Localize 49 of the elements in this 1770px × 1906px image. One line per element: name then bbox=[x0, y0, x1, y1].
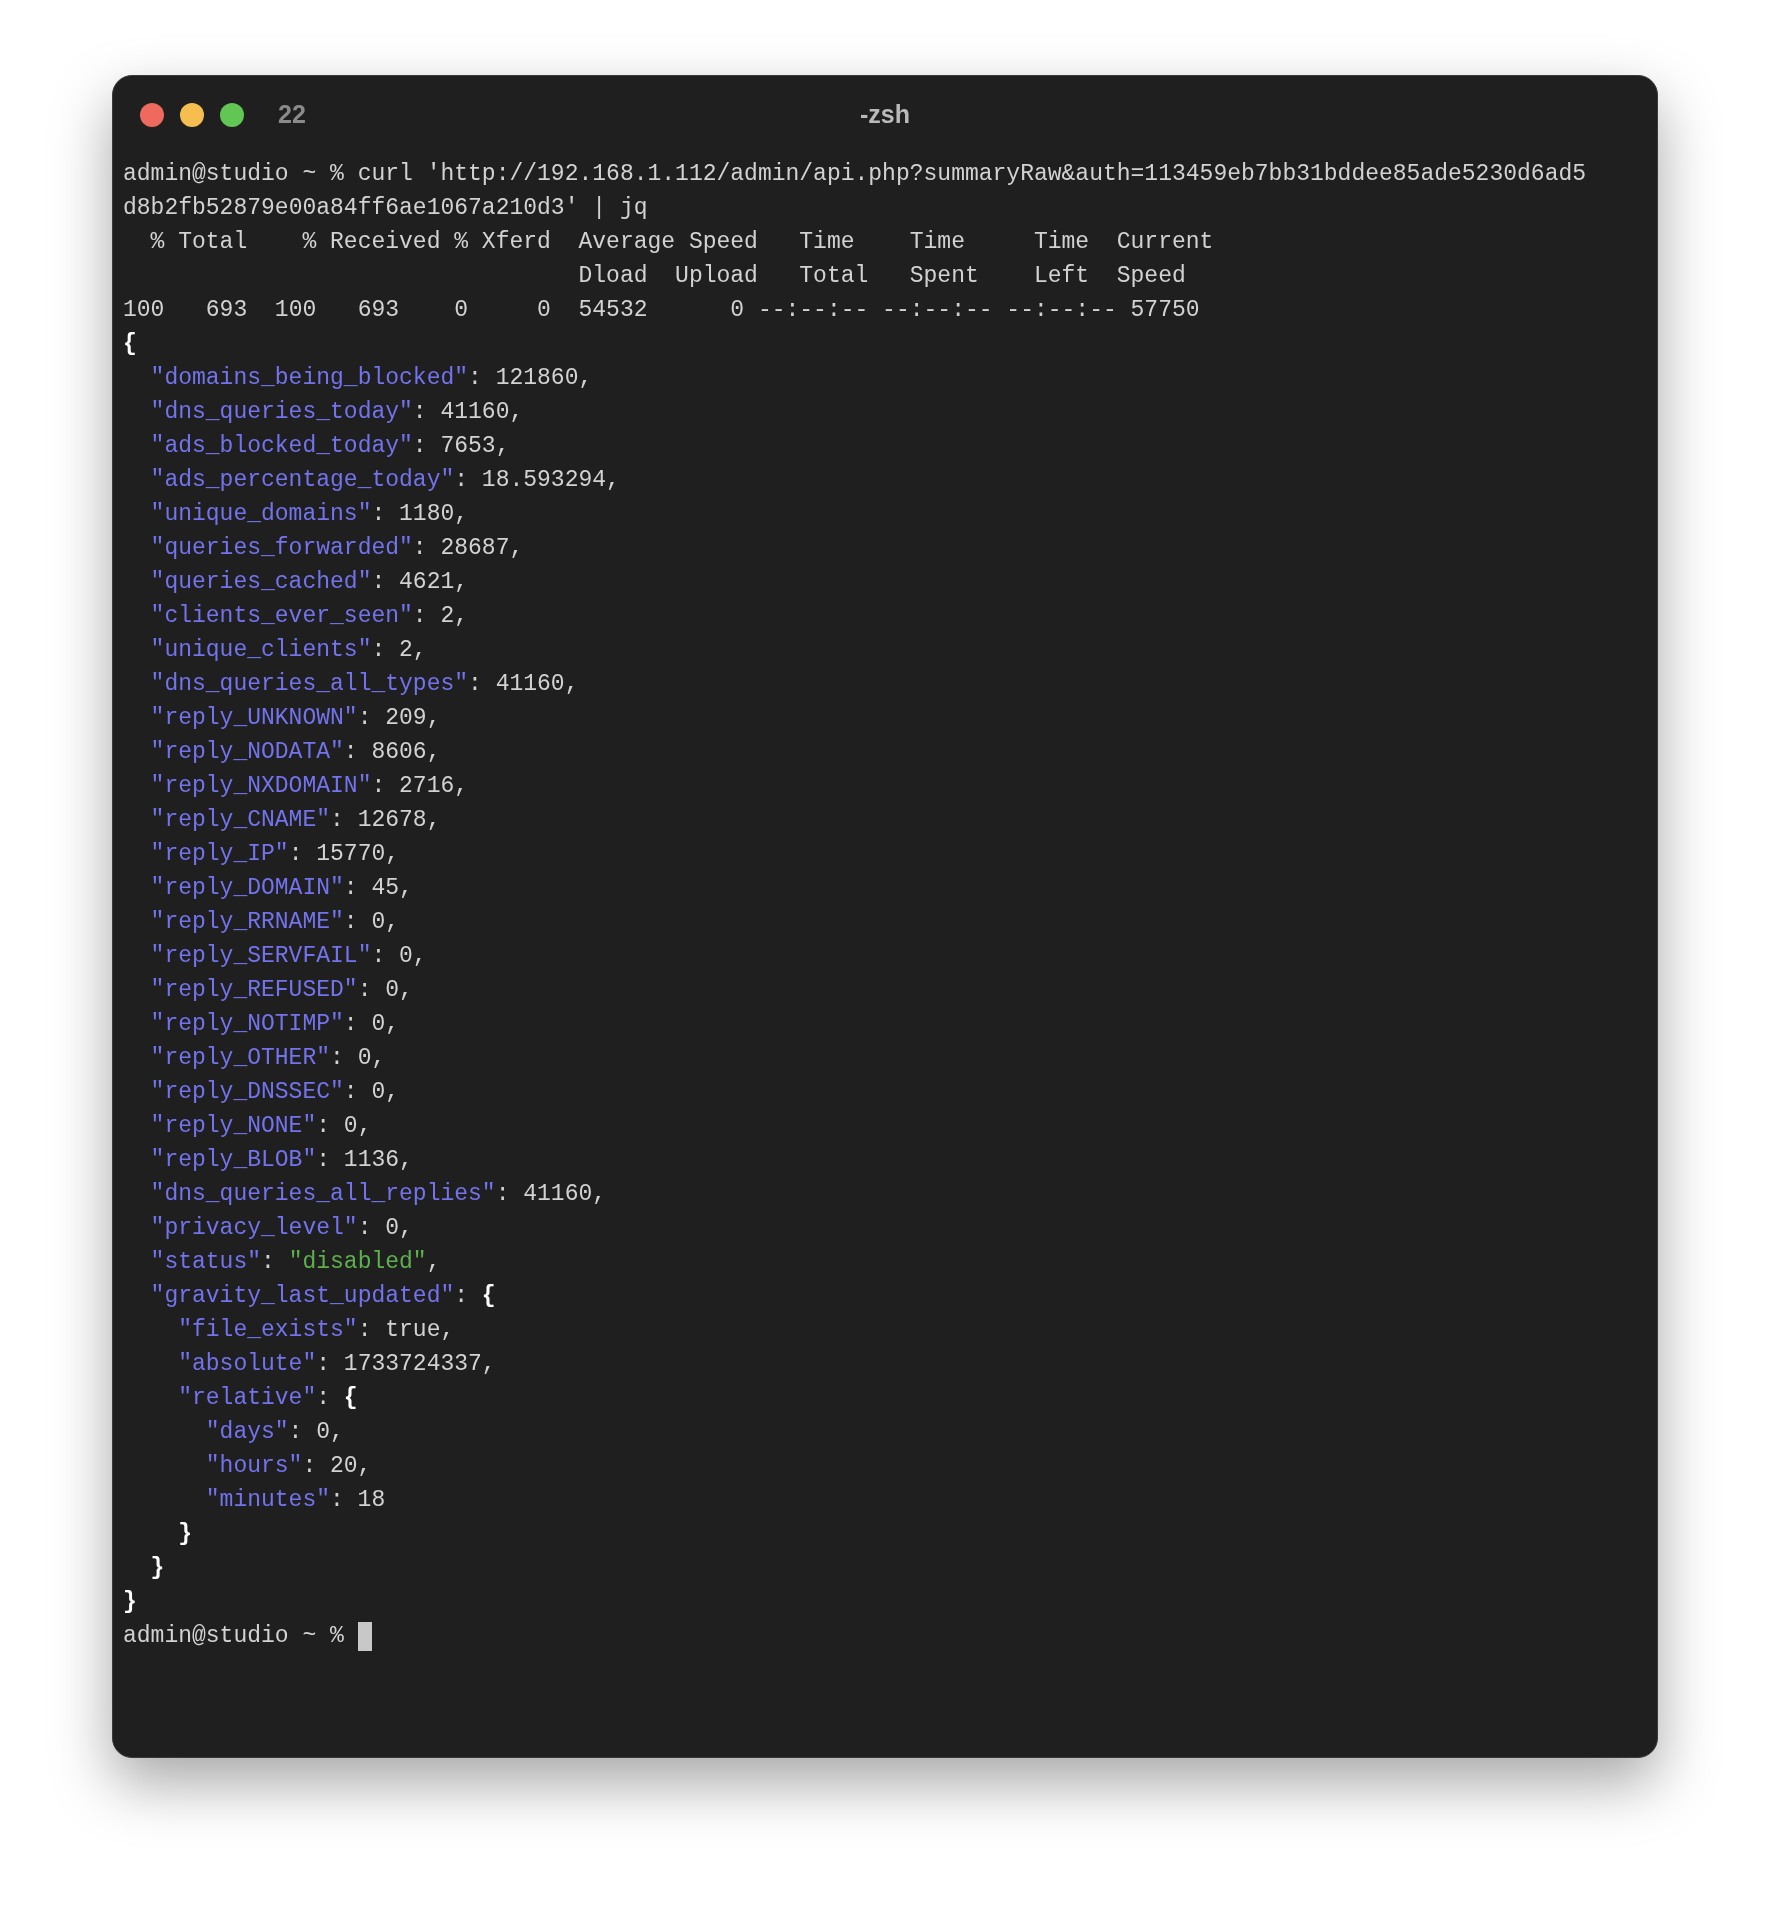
json-line: "unique_clients": 2, bbox=[150, 636, 427, 665]
json-line: "reply_NOTIMP": 0, bbox=[150, 1010, 400, 1039]
opening-brace: { bbox=[123, 330, 137, 359]
json-line: "reply_IP": 15770, bbox=[150, 840, 400, 869]
json-line: "file_exists": true, bbox=[178, 1316, 455, 1345]
json-line: "domains_being_blocked": 121860, bbox=[150, 364, 593, 393]
json-line: "queries_forwarded": 28687, bbox=[150, 534, 524, 563]
close-button[interactable] bbox=[140, 103, 164, 127]
json-line: "reply_NONE": 0, bbox=[150, 1112, 372, 1141]
tab-number: 22 bbox=[278, 99, 306, 131]
curl-progress-line: % Total % Received % Xferd Average Speed Time Time Time Current bbox=[149, 228, 1214, 257]
closing-brace: } bbox=[123, 1588, 137, 1617]
json-line: "dns_queries_all_replies": 41160, bbox=[150, 1180, 607, 1209]
json-line: "clients_ever_seen": 2, bbox=[150, 602, 469, 631]
json-line: "reply_DNSSEC": 0, bbox=[150, 1078, 400, 1107]
json-line: "reply_NXDOMAIN": 2716, bbox=[150, 772, 469, 801]
curl-progress-line: 100 693 100 693 0 0 54532 0 --:--:-- --:--:-- --:--:-- 57750 bbox=[123, 296, 1200, 325]
closing-brace: } bbox=[150, 1554, 165, 1583]
json-line: "reply_SERVFAIL": 0, bbox=[150, 942, 427, 971]
json-line: "ads_blocked_today": 7653, bbox=[150, 432, 510, 461]
json-line: "reply_NODATA": 8606, bbox=[150, 738, 441, 767]
json-line: "reply_BLOB": 1136, bbox=[150, 1146, 413, 1175]
minimize-button[interactable] bbox=[180, 103, 204, 127]
json-line: "reply_UNKNOWN": 209, bbox=[150, 704, 441, 733]
maximize-button[interactable] bbox=[220, 103, 244, 127]
json-line: "relative": { bbox=[178, 1384, 358, 1413]
json-line: "reply_OTHER": 0, bbox=[150, 1044, 386, 1073]
json-line: "unique_domains": 1180, bbox=[150, 500, 469, 529]
json-line: "hours": 20, bbox=[205, 1452, 372, 1481]
json-line: "ads_percentage_today": 18.593294, bbox=[150, 466, 620, 495]
json-line: "reply_DOMAIN": 45, bbox=[150, 874, 413, 903]
closing-brace: } bbox=[178, 1520, 192, 1549]
text-cursor bbox=[357, 1621, 372, 1651]
window-title: -zsh bbox=[860, 99, 910, 131]
json-line: "minutes": 18 bbox=[205, 1486, 386, 1515]
json-line: "reply_CNAME": 12678, bbox=[150, 806, 441, 835]
json-line: "reply_RRNAME": 0, bbox=[150, 908, 400, 937]
json-line: "days": 0, bbox=[205, 1418, 344, 1447]
json-line: "privacy_level": 0, bbox=[150, 1214, 413, 1243]
json-line: "reply_REFUSED": 0, bbox=[150, 976, 413, 1005]
json-line: "gravity_last_updated": { bbox=[150, 1282, 496, 1311]
curl-progress-line: Dload Upload Total Spent Left Speed bbox=[577, 262, 1186, 291]
json-line: "status": "disabled", bbox=[150, 1248, 441, 1277]
json-line: "absolute": 1733724337, bbox=[178, 1350, 496, 1379]
command-line: admin@studio ~ % curl 'http://192.168.1.112/admin/api.php?summaryRaw&auth=113459eb7bb31bddee85ade5230d6ad5d8b2fb52879e00a84ff6ae1067a210d3' | jq bbox=[123, 160, 1588, 223]
json-line: "dns_queries_today": 41160, bbox=[150, 398, 524, 427]
shell-prompt: admin@studio ~ % bbox=[123, 1622, 344, 1651]
json-line: "dns_queries_all_types": 41160, bbox=[150, 670, 579, 699]
json-line: "queries_cached": 4621, bbox=[150, 568, 469, 597]
